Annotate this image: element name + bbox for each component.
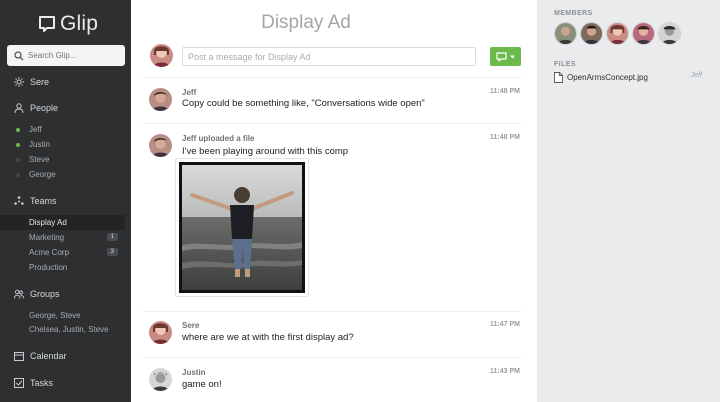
- sidebar-item-team[interactable]: Production: [0, 260, 125, 275]
- sidebar-item-team[interactable]: Marketing 1: [0, 230, 125, 245]
- page-title: Display Ad: [261, 12, 351, 33]
- message-text: Copy could be something like, "Conversat…: [182, 98, 425, 109]
- comment-icon: [495, 51, 515, 62]
- sidebar-item-team[interactable]: Acme Corp 3: [0, 245, 125, 260]
- sidebar-section-label: Groups: [30, 289, 60, 299]
- details-panel: MEMBERS FILES OpenArmsConcept.jpg Jeff: [537, 0, 720, 402]
- message-text: game on!: [182, 379, 222, 390]
- image-attachment[interactable]: [175, 158, 309, 297]
- photo-thumbnail-icon: [182, 165, 302, 290]
- sidebar: Glip Sere People Jeff: [0, 0, 131, 402]
- online-status-dot: [16, 142, 20, 147]
- message-time: 11:43 PM: [490, 368, 520, 375]
- member-avatar[interactable]: [658, 22, 681, 45]
- sidebar-section-label: People: [30, 103, 59, 113]
- sun-icon: [14, 77, 24, 87]
- member-avatar[interactable]: [580, 22, 603, 45]
- attachment-image: [179, 162, 305, 293]
- member-list: [554, 22, 684, 45]
- avatar: [149, 88, 172, 111]
- divider: [143, 123, 521, 124]
- divider: [143, 357, 521, 358]
- glip-logo-icon: [39, 16, 55, 32]
- sidebar-item-label: Calendar: [30, 351, 67, 361]
- unread-count-badge: 3: [106, 248, 118, 256]
- search-input[interactable]: [28, 51, 118, 60]
- avatar: [149, 368, 172, 391]
- offline-status-dot: [16, 157, 20, 162]
- group-icon: [14, 289, 24, 299]
- message-author[interactable]: Sere: [182, 321, 199, 330]
- sidebar-item-person[interactable]: George: [0, 167, 125, 182]
- sidebar-item-group[interactable]: George, Steve: [0, 308, 125, 323]
- online-status-dot: [16, 127, 20, 132]
- message-author[interactable]: Jeff: [182, 88, 196, 97]
- message-text: where are we at with the first display a…: [182, 332, 354, 343]
- message-item: Sere 11:47 PM where are we at with the f…: [131, 319, 537, 354]
- conversation-pane: Display Ad Jeff 11:48 PM Copy could be: [131, 0, 537, 402]
- search-box[interactable]: [7, 45, 125, 66]
- search-icon: [14, 50, 24, 60]
- message-author[interactable]: Justin: [182, 368, 206, 377]
- sidebar-item-label: Tasks: [30, 378, 54, 388]
- message-input[interactable]: [182, 47, 476, 66]
- person-name: Jeff: [29, 125, 42, 134]
- file-owner: Jeff: [690, 72, 702, 79]
- sidebar-item-group[interactable]: Chelsea, Justin, Steve: [0, 322, 125, 337]
- message-time: 11:48 PM: [490, 88, 520, 95]
- sidebar-item-me[interactable]: Sere: [0, 76, 131, 88]
- message-text: I've been playing around with this comp: [182, 146, 349, 157]
- unread-count-badge: 1: [106, 233, 118, 241]
- person-name: Steve: [29, 155, 50, 164]
- member-avatar[interactable]: [606, 22, 629, 45]
- sidebar-section-people[interactable]: People: [0, 102, 131, 114]
- sidebar-item-team-active[interactable]: Display Ad: [0, 215, 125, 230]
- divider: [143, 311, 521, 312]
- message-author[interactable]: Jeff uploaded a file: [182, 134, 254, 143]
- file-name: OpenArmsConcept.jpg: [567, 73, 648, 82]
- member-avatar[interactable]: [632, 22, 655, 45]
- team-name: Display Ad: [29, 218, 67, 227]
- sidebar-item-label: Sere: [30, 77, 50, 87]
- sidebar-item-calendar[interactable]: Calendar: [0, 350, 131, 362]
- app-logo[interactable]: Glip: [38, 12, 98, 36]
- sidebar-item-person[interactable]: Justin: [0, 137, 125, 152]
- sidebar-item-person[interactable]: Jeff: [0, 122, 125, 137]
- sidebar-section-groups[interactable]: Groups: [0, 288, 131, 300]
- team-name: Acme Corp: [29, 248, 70, 257]
- avatar: [149, 321, 172, 344]
- message-item: Justin 11:43 PM game on!: [131, 365, 537, 400]
- group-name: Chelsea, Justin, Steve: [29, 325, 109, 334]
- member-avatar[interactable]: [554, 22, 577, 45]
- checkbox-icon: [14, 378, 24, 388]
- team-name: Production: [29, 263, 68, 272]
- divider: [143, 77, 521, 78]
- sidebar-item-tasks[interactable]: Tasks: [0, 377, 131, 389]
- message-time: 11:47 PM: [490, 321, 520, 328]
- message-time: 11:48 PM: [490, 134, 520, 141]
- avatar: [150, 44, 173, 67]
- members-heading: MEMBERS: [554, 10, 593, 17]
- person-name: Justin: [29, 140, 50, 149]
- file-item[interactable]: OpenArmsConcept.jpg: [554, 72, 704, 83]
- teams-icon: [14, 196, 24, 205]
- person-icon: [14, 103, 24, 113]
- message-item: Jeff 11:48 PM Copy could be something li…: [131, 86, 537, 121]
- person-name: George: [29, 170, 56, 179]
- file-icon: [554, 72, 563, 83]
- sidebar-section-label: Teams: [30, 196, 57, 206]
- team-name: Marketing: [29, 233, 65, 242]
- post-message-button[interactable]: [490, 47, 521, 66]
- calendar-icon: [14, 352, 24, 361]
- app-name: Glip: [60, 12, 99, 35]
- sidebar-item-person[interactable]: Steve: [0, 152, 125, 167]
- group-name: George, Steve: [29, 311, 81, 320]
- offline-status-dot: [16, 172, 20, 177]
- sidebar-section-teams[interactable]: Teams: [0, 195, 131, 207]
- files-heading: FILES: [554, 61, 576, 68]
- avatar: [149, 134, 172, 157]
